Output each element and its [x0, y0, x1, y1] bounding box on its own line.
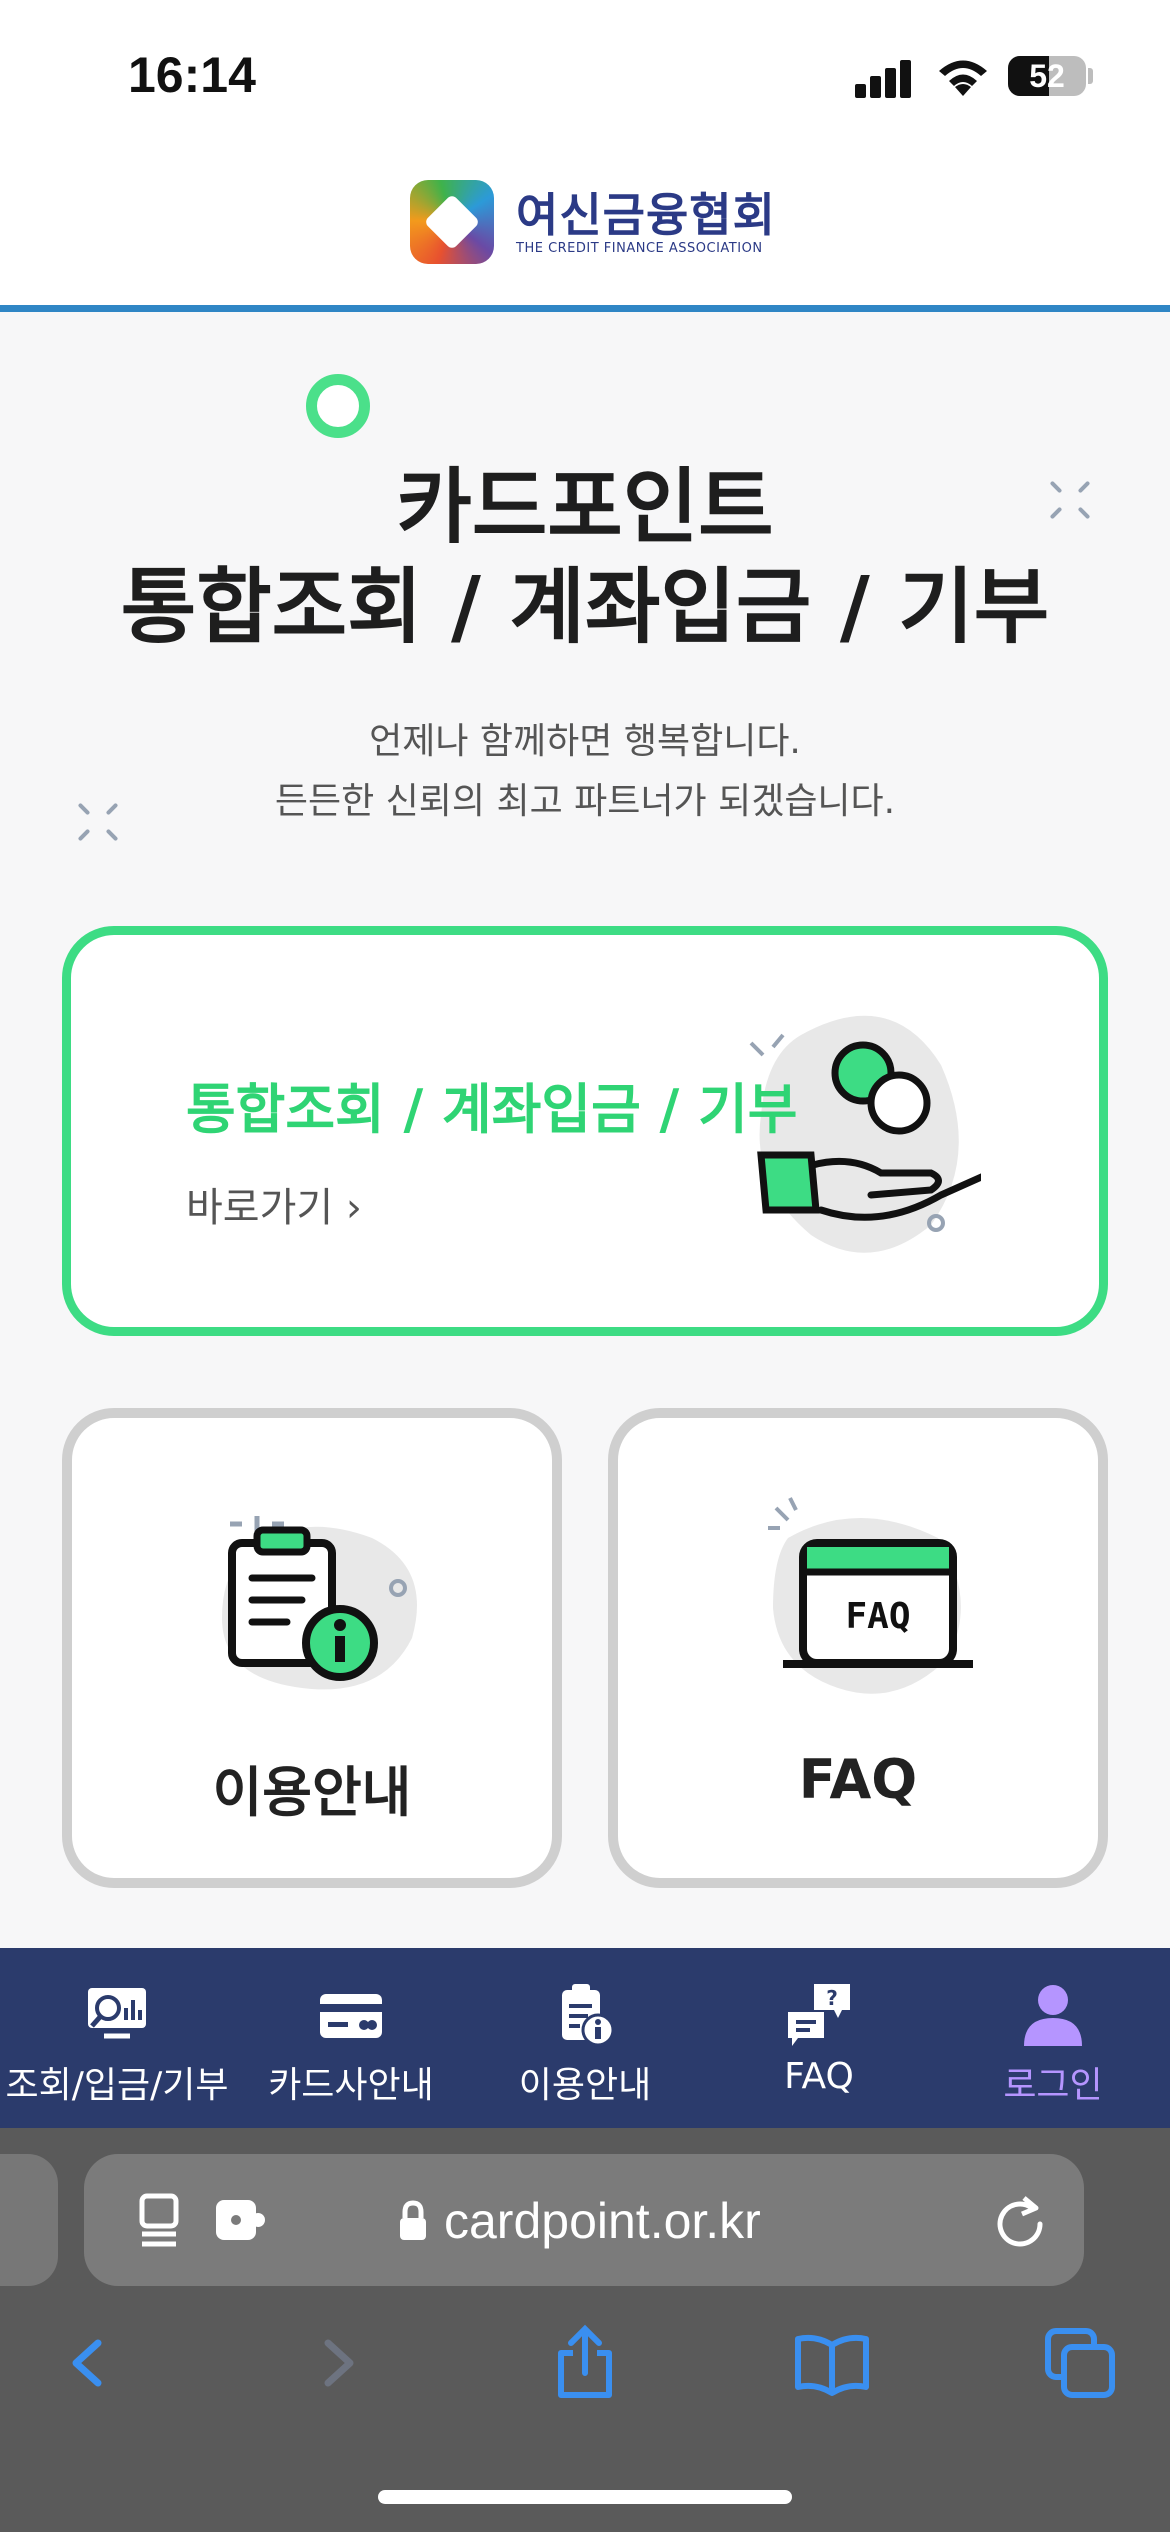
nav-label-login: 로그인: [1003, 2065, 1103, 2106]
logo-subtitle: THE CREDIT FINANCE ASSOCIATION: [516, 240, 763, 256]
share-icon[interactable]: [545, 2323, 625, 2403]
card-icon: [320, 1994, 382, 2038]
bookmarks-icon[interactable]: [792, 2323, 872, 2403]
usage-guide-label: 이용안내: [212, 1761, 412, 1824]
reload-icon[interactable]: [994, 2194, 1046, 2248]
go-link[interactable]: 바로가기 ›: [186, 1175, 362, 1233]
site-header: 여신금융협회 THE CREDIT FINANCE ASSOCIATION: [0, 150, 1170, 312]
address-bar[interactable]: cardpoint.or.kr: [84, 2154, 1084, 2286]
battery-level: 52: [1029, 58, 1065, 94]
previous-tab[interactable]: [0, 2154, 58, 2286]
lock-icon: [400, 2200, 426, 2240]
point-service-card[interactable]: 통합조회 / 계좌입금 / 기부 바로가기 ›: [62, 926, 1108, 1336]
hero-subtitle-line1: 언제나 함께하면 행복합니다.: [369, 721, 801, 762]
faq-label: FAQ: [798, 1748, 918, 1811]
nav-item-login[interactable]: 로그인: [936, 1948, 1170, 2128]
decorative-ring-icon: [306, 374, 370, 438]
logo-name: 여신금융협회: [516, 187, 776, 242]
nav-label-card-company: 카드사안내: [268, 2065, 434, 2106]
person-icon: [1024, 1985, 1082, 2046]
browser-chrome: cardpoint.or.kr: [0, 2128, 1170, 2532]
extension-icon[interactable]: [212, 2196, 268, 2244]
faq-chat-icon: ?: [788, 1984, 850, 2046]
nav-label-usage-guide: 이용안내: [518, 2065, 652, 2106]
svg-text:?: ?: [826, 1986, 838, 2010]
reader-page-icon[interactable]: [136, 2192, 188, 2248]
hero-title-line2: 통합조회 / 계좌입금 / 기부: [120, 560, 1050, 655]
hero-title: 카드포인트 통합조회 / 계좌입금 / 기부: [0, 458, 1170, 658]
nav-item-inquiry[interactable]: 조회/입금/기부: [0, 1948, 234, 2128]
search-chart-icon: [88, 1988, 146, 2039]
faq-card[interactable]: FAQ FAQ: [608, 1408, 1108, 1888]
usage-guide-card[interactable]: 이용안내: [62, 1408, 562, 1888]
battery-icon: 52: [1008, 56, 1086, 96]
tabs-icon[interactable]: [1040, 2323, 1120, 2403]
clipboard-info-icon: [562, 1984, 615, 2047]
nav-item-faq[interactable]: ? FAQ: [702, 1948, 936, 2128]
nav-label-faq: FAQ: [784, 2056, 854, 2097]
hero-title-line1: 카드포인트: [396, 460, 774, 555]
forward-icon[interactable]: [298, 2323, 378, 2403]
nav-item-usage-guide[interactable]: 이용안내: [468, 1948, 702, 2128]
wifi-icon: [939, 60, 987, 96]
back-icon[interactable]: [48, 2323, 128, 2403]
status-bar: 16:14 52: [0, 0, 1170, 150]
logo-mark-icon: [410, 180, 494, 264]
nav-item-card-company[interactable]: 카드사안내: [234, 1948, 468, 2128]
clipboard-info-icon: [222, 1516, 417, 1690]
point-service-title: 통합조회 / 계좌입금 / 기부: [186, 1078, 798, 1141]
bottom-nav: 조회/입금/기부 카드사안내 이용안내 ? FAQ 로그인: [0, 1948, 1170, 2128]
logo[interactable]: 여신금융협회 THE CREDIT FINANCE ASSOCIATION: [410, 180, 776, 264]
url-text: cardpoint.or.kr: [444, 2193, 761, 2249]
status-time: 16:14: [128, 47, 256, 103]
svg-text:FAQ: FAQ: [845, 1596, 910, 1637]
faq-window-icon: FAQ: [768, 1497, 973, 1694]
cellular-signal-icon: [855, 58, 915, 98]
nav-label-inquiry: 조회/입금/기부: [5, 2065, 229, 2106]
hero-subtitle-line2: 든든한 신뢰의 최고 파트너가 되겠습니다.: [274, 781, 896, 822]
hero-subtitle: 언제나 함께하면 행복합니다. 든든한 신뢰의 최고 파트너가 되겠습니다.: [0, 712, 1170, 832]
home-indicator: [378, 2490, 792, 2504]
